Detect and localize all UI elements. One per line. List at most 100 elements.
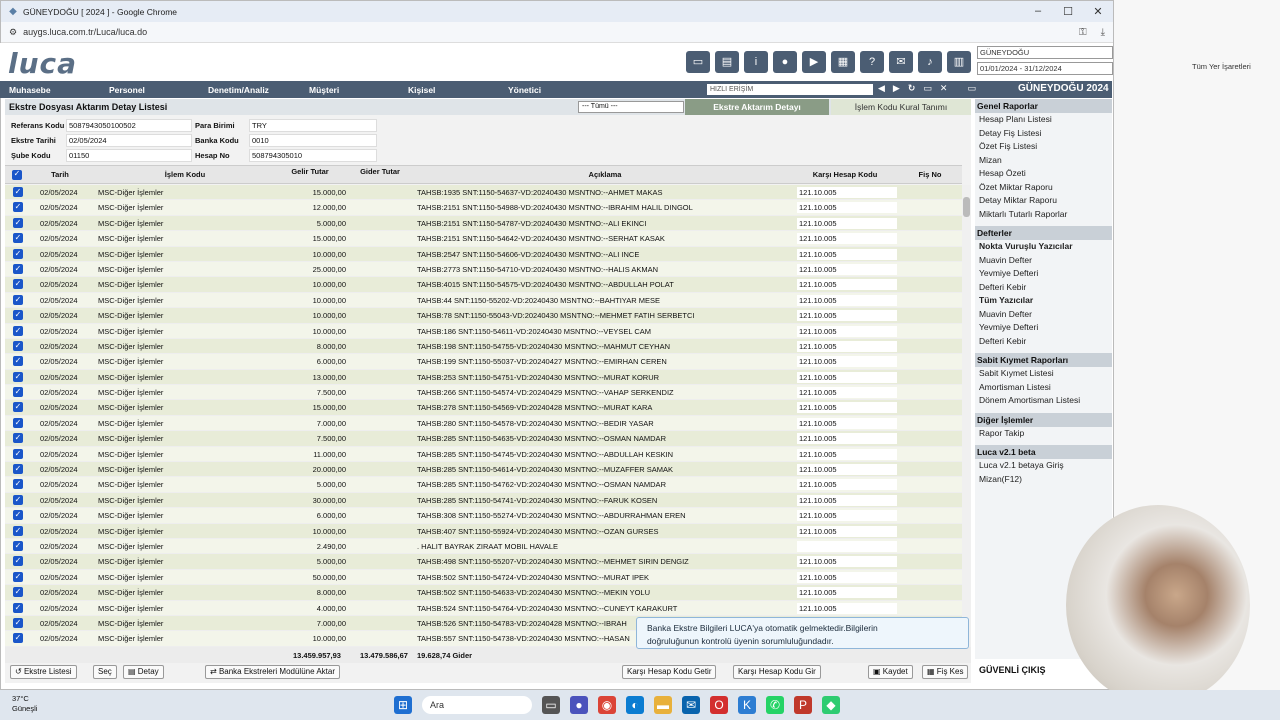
row-karsi-hesap-input[interactable]: 121.10.005 xyxy=(797,263,897,275)
row-karsi-hesap-input[interactable]: 121.10.005 xyxy=(797,371,897,383)
table-row[interactable]: ✓ 02/05/2024 MSC-Diğer İşlemler 4.000,00 TAH… xyxy=(5,600,962,616)
row-checkbox[interactable]: ✓ xyxy=(13,479,23,490)
col-gelir[interactable]: Gelir Tutar xyxy=(290,168,330,176)
period-select[interactable]: 01/01/2024 - 31/12/2024 xyxy=(977,62,1113,75)
row-karsi-hesap-input[interactable]: 121.10.005 xyxy=(797,325,897,337)
sidebar-item[interactable]: Detay Miktar Raporu xyxy=(975,194,1112,208)
sidebar-item[interactable]: Rapor Takip xyxy=(975,427,1112,441)
nav-musteri[interactable]: Müşteri xyxy=(309,85,339,95)
close-icon[interactable]: ✕ xyxy=(1083,5,1113,18)
table-row[interactable]: ✓ 02/05/2024 MSC-Diğer İşlemler 8.000,00 TAH… xyxy=(5,585,962,601)
table-row[interactable]: ✓ 02/05/2024 MSC-Diğer İşlemler 15.000,00 TA… xyxy=(5,185,962,201)
tab-ekstre-aktarim-detayi[interactable]: Ekstre Aktarım Detayı xyxy=(685,99,829,115)
filter-select[interactable]: --- Tümü --- xyxy=(578,101,684,113)
table-row[interactable]: ✓ 02/05/2024 MSC-Diğer İşlemler 7.000,00 TAH… xyxy=(5,415,962,432)
row-karsi-hesap-input[interactable]: 121.10.005 xyxy=(797,340,897,352)
col-islem-kodu[interactable]: İşlem Kodu xyxy=(155,171,215,179)
windows-start-icon[interactable]: ⊞ xyxy=(394,696,412,714)
row-karsi-hesap-input[interactable]: 121.10.005 xyxy=(797,602,897,614)
row-checkbox[interactable]: ✓ xyxy=(13,263,23,274)
info-icon[interactable]: i xyxy=(744,51,768,73)
row-checkbox[interactable]: ✓ xyxy=(13,387,23,398)
mail-icon[interactable]: ✉ xyxy=(682,696,700,714)
col-gider[interactable]: Gider Tutar xyxy=(360,168,400,176)
row-karsi-hesap-input[interactable]: 121.10.005 xyxy=(797,233,897,245)
table-row[interactable]: ✓ 02/05/2024 MSC-Diğer İşlemler 10.000,00 TA… xyxy=(5,323,962,339)
forward-icon[interactable]: ▶ xyxy=(893,83,900,94)
sidebar-item[interactable]: Mizan xyxy=(975,154,1112,168)
row-checkbox[interactable]: ✓ xyxy=(13,294,23,305)
maximize-icon[interactable]: ☐ xyxy=(1053,5,1083,18)
tab-islem-kodu-kural[interactable]: İşlem Kodu Kural Tanımı xyxy=(831,99,971,115)
nav-yonetici[interactable]: Yönetici xyxy=(508,85,541,95)
table-row[interactable]: ✓ 02/05/2024 MSC-Diğer İşlemler 10.000,00 TA… xyxy=(5,523,962,539)
row-karsi-hesap-input[interactable]: 121.10.005 xyxy=(797,587,897,599)
table-row[interactable]: ✓ 02/05/2024 MSC-Diğer İşlemler 30.000,00 TA… xyxy=(5,492,962,509)
sidebar-item[interactable]: Luca v2.1 betaya Giriş xyxy=(975,459,1112,473)
teams-icon[interactable]: ● xyxy=(570,696,588,714)
powerpoint-icon[interactable]: P xyxy=(794,696,812,714)
sidebar-item[interactable]: Hesap Özeti xyxy=(975,167,1112,181)
row-checkbox[interactable]: ✓ xyxy=(13,248,23,259)
table-row[interactable]: ✓ 02/05/2024 MSC-Diğer İşlemler 6.000,00 TAH… xyxy=(5,354,962,370)
table-row[interactable]: ✓ 02/05/2024 MSC-Diğer İşlemler 25.000,00 TA… xyxy=(5,261,962,278)
weather-widget[interactable]: 37°C Güneşli xyxy=(12,694,37,714)
kaydet-button[interactable]: ▣ Kaydet xyxy=(868,665,913,679)
karsi-hesap-getir-button[interactable]: Karşı Hesap Kodu Getir xyxy=(622,665,717,679)
sidebar-item[interactable]: Özet Fiş Listesi xyxy=(975,140,1112,154)
row-checkbox[interactable]: ✓ xyxy=(13,187,23,197)
help-icon[interactable]: ? xyxy=(860,51,884,73)
address-bar[interactable]: ⚙ auygs.luca.com.tr/Luca/luca.do ⚿ ⤓ xyxy=(1,22,1113,43)
minimize-icon[interactable]: – xyxy=(1023,5,1053,18)
back-icon[interactable]: ◀ xyxy=(878,83,885,94)
nav-personel[interactable]: Personel xyxy=(109,85,145,95)
row-checkbox[interactable]: ✓ xyxy=(13,510,23,521)
col-fis-no[interactable]: Fiş No xyxy=(905,171,955,179)
book-icon[interactable]: ▤ xyxy=(715,51,739,73)
col-aciklama[interactable]: Açıklama xyxy=(565,171,645,179)
detay-button[interactable]: ▤ Detay xyxy=(123,665,164,679)
row-karsi-hesap-input[interactable]: 121.10.005 xyxy=(797,402,897,414)
row-karsi-hesap-input[interactable]: 121.10.005 xyxy=(797,494,897,506)
row-checkbox[interactable]: ✓ xyxy=(13,417,23,428)
row-checkbox[interactable]: ✓ xyxy=(13,633,23,644)
row-karsi-hesap-input[interactable]: 121.10.005 xyxy=(797,356,897,368)
row-karsi-hesap-input[interactable]: 121.10.005 xyxy=(797,479,897,491)
row-karsi-hesap-input[interactable]: 121.10.005 xyxy=(797,202,897,214)
opera-icon[interactable]: O xyxy=(710,696,728,714)
select-all-checkbox[interactable]: ✓ xyxy=(12,170,22,180)
row-checkbox[interactable]: ✓ xyxy=(13,402,23,413)
window-icon[interactable]: ▭ xyxy=(923,83,932,94)
row-checkbox[interactable]: ✓ xyxy=(13,233,23,244)
sidebar-item[interactable]: Defteri Kebir xyxy=(975,281,1112,295)
url-text[interactable]: auygs.luca.com.tr/Luca/luca.do xyxy=(23,27,147,37)
nav-kisisel[interactable]: Kişisel xyxy=(408,85,435,95)
bell-icon[interactable]: ♪ xyxy=(918,51,942,73)
row-checkbox[interactable]: ✓ xyxy=(13,356,23,367)
row-karsi-hesap-input[interactable]: 121.10.005 xyxy=(797,556,897,568)
row-karsi-hesap-input[interactable]: 121.10.005 xyxy=(797,217,897,229)
sidebar-item[interactable]: Mizan(F12) xyxy=(975,473,1112,487)
table-row[interactable]: ✓ 02/05/2024 MSC-Diğer İşlemler 12.000,00 TA… xyxy=(5,200,962,216)
calculator-icon[interactable]: ▦ xyxy=(831,51,855,73)
table-row[interactable]: ✓ 02/05/2024 MSC-Diğer İşlemler 50.000,00 TA… xyxy=(5,569,962,586)
game-icon[interactable]: ◆ xyxy=(822,696,840,714)
row-checkbox[interactable]: ✓ xyxy=(13,464,23,475)
company-select[interactable]: GÜNEYDOĞU xyxy=(977,46,1113,59)
row-karsi-hesap-input[interactable]: 121.10.005 xyxy=(797,279,897,291)
row-karsi-hesap-input[interactable]: 121.10.005 xyxy=(797,433,897,445)
row-checkbox[interactable]: ✓ xyxy=(13,202,23,213)
row-karsi-hesap-input[interactable]: 121.10.005 xyxy=(797,464,897,476)
row-checkbox[interactable]: ✓ xyxy=(13,556,23,567)
sidebar-item[interactable]: Sabit Kıymet Listesi xyxy=(975,367,1112,381)
row-checkbox[interactable]: ✓ xyxy=(13,217,23,228)
sidebar-item[interactable]: Muavin Defter xyxy=(975,308,1112,322)
sidebar-item[interactable]: Miktarlı Tutarlı Raporlar xyxy=(975,208,1112,222)
row-checkbox[interactable]: ✓ xyxy=(13,279,23,290)
explorer-icon[interactable]: ▬ xyxy=(654,696,672,714)
table-row[interactable]: ✓ 02/05/2024 MSC-Diğer İşlemler 11.000,00 TA… xyxy=(5,446,962,463)
row-checkbox[interactable]: ✓ xyxy=(13,325,23,336)
row-karsi-hesap-input[interactable] xyxy=(797,540,897,552)
table-row[interactable]: ✓ 02/05/2024 MSC-Diğer İşlemler 20.000,00 TA… xyxy=(5,462,962,478)
refresh-icon[interactable]: ↻ xyxy=(908,83,916,94)
